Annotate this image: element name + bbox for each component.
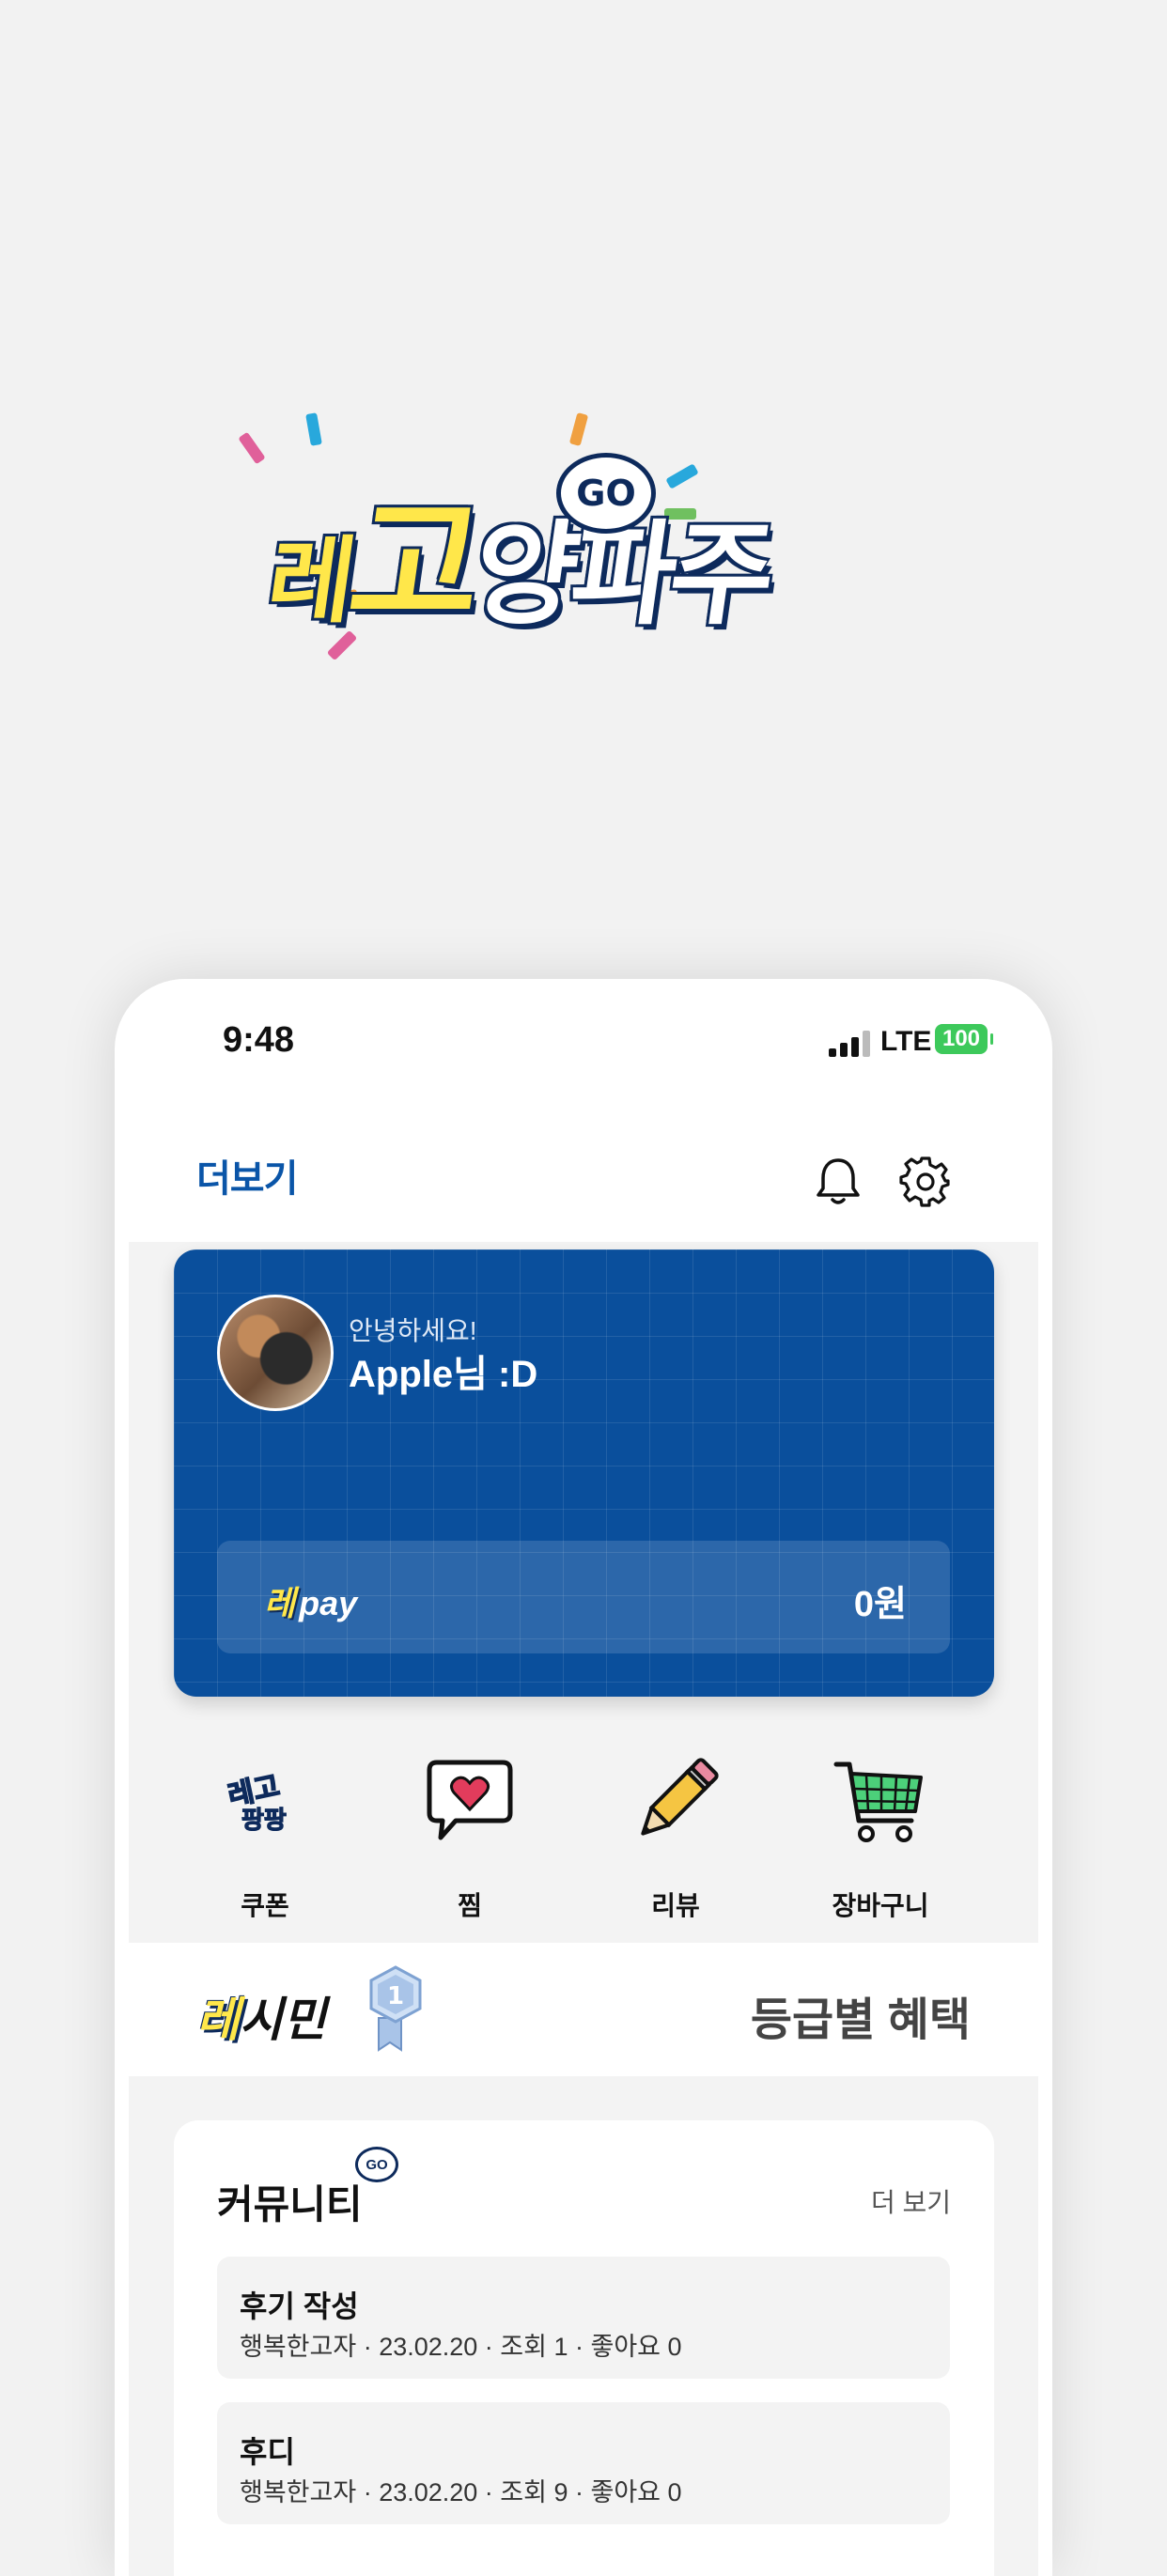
pencil-icon (641, 1758, 719, 1836)
profile-card[interactable]: 안녕하세요! Apple님 :D 레 pay 0원 (174, 1249, 994, 1697)
avatar[interactable] (217, 1295, 334, 1411)
quick-item-coupon[interactable]: 레고 팡팡 쿠폰 (190, 1730, 340, 1920)
community-title: 커뮤니티 (217, 2182, 363, 2227)
community-post[interactable]: 후디 행복한고자 · 23.02.20 · 조회 9 · 좋아요 0 (217, 2402, 950, 2524)
logo-go-bubble: GO (556, 453, 656, 534)
community-more-link[interactable]: 더 보기 (871, 2182, 951, 2220)
gear-icon[interactable] (897, 1153, 954, 1209)
community-post[interactable]: 후기 작성 행복한고자 · 23.02.20 · 조회 1 · 좋아요 0 (217, 2257, 950, 2379)
coupon-icon: 레고 팡팡 (225, 1769, 288, 1835)
community-go-bubble: GO (355, 2147, 398, 2182)
logo-wordmark: 레고양파주 (260, 484, 778, 647)
post-title: 후디 (240, 2435, 295, 2469)
quick-item-label: 리뷰 (651, 1891, 700, 1920)
quick-item-label: 찜 (458, 1891, 482, 1920)
status-bar: 9:48 LTE 100 (129, 979, 1038, 1120)
user-name: Apple님 :D (349, 1354, 538, 1395)
screen: 9:48 LTE 100 더보기 안녕하세요! Apple님 :D 레pay (129, 979, 1038, 2576)
post-meta: 행복한고자 · 23.02.20 · 조회 1 · 좋아요 0 (240, 2333, 682, 2361)
pay-logo: 레 pay (264, 1584, 358, 1622)
grade-benefits-link[interactable]: 등급별 혜택 (751, 1982, 971, 2048)
quick-item-cart[interactable]: 장바구니 (805, 1730, 956, 1920)
quick-menu: 레고 팡팡 쿠폰 찜 리뷰 장바구니 (129, 1730, 1038, 1975)
quick-item-label: 쿠폰 (241, 1891, 289, 1920)
heart-speech-icon (427, 1760, 513, 1840)
battery-icon: 100 (935, 1024, 993, 1054)
post-title: 후기 작성 (240, 2289, 359, 2323)
svg-text:1: 1 (387, 1982, 404, 2010)
community-card: 커뮤니티 GO 더 보기 후기 작성 행복한고자 · 23.02.20 · 조회… (174, 2120, 994, 2576)
greeting: 안녕하세요! (349, 1316, 477, 1345)
grade-banner[interactable]: 레시민 1 등급별 혜택 (129, 1943, 1038, 2076)
bell-icon[interactable] (810, 1153, 866, 1209)
svg-text:팡팡: 팡팡 (241, 1807, 287, 1835)
signal-icon (829, 1031, 872, 1057)
app-logo: 레고양파주 GO (226, 395, 940, 714)
post-meta: 행복한고자 · 23.02.20 · 조회 9 · 좋아요 0 (240, 2478, 682, 2506)
pay-amount: 0원 (853, 1585, 907, 1624)
quick-item-label: 장바구니 (832, 1891, 929, 1920)
status-time: 9:48 (223, 1020, 295, 1060)
page-title: 더보기 (196, 1158, 298, 1200)
network-label: LTE (880, 1026, 932, 1057)
grade-medal-icon: 1 (369, 1965, 422, 2052)
header: 더보기 (129, 1120, 1038, 1242)
grade-title: 레시민 (196, 1994, 326, 2046)
quick-item-review[interactable]: 리뷰 (600, 1730, 751, 1920)
phone-frame: 9:48 LTE 100 더보기 안녕하세요! Apple님 :D 레pay (115, 979, 1052, 2576)
pay-balance-bar[interactable]: 레 pay 0원 (217, 1541, 950, 1653)
quick-item-wishlist[interactable]: 찜 (395, 1730, 545, 1920)
cart-icon (833, 1761, 923, 1842)
